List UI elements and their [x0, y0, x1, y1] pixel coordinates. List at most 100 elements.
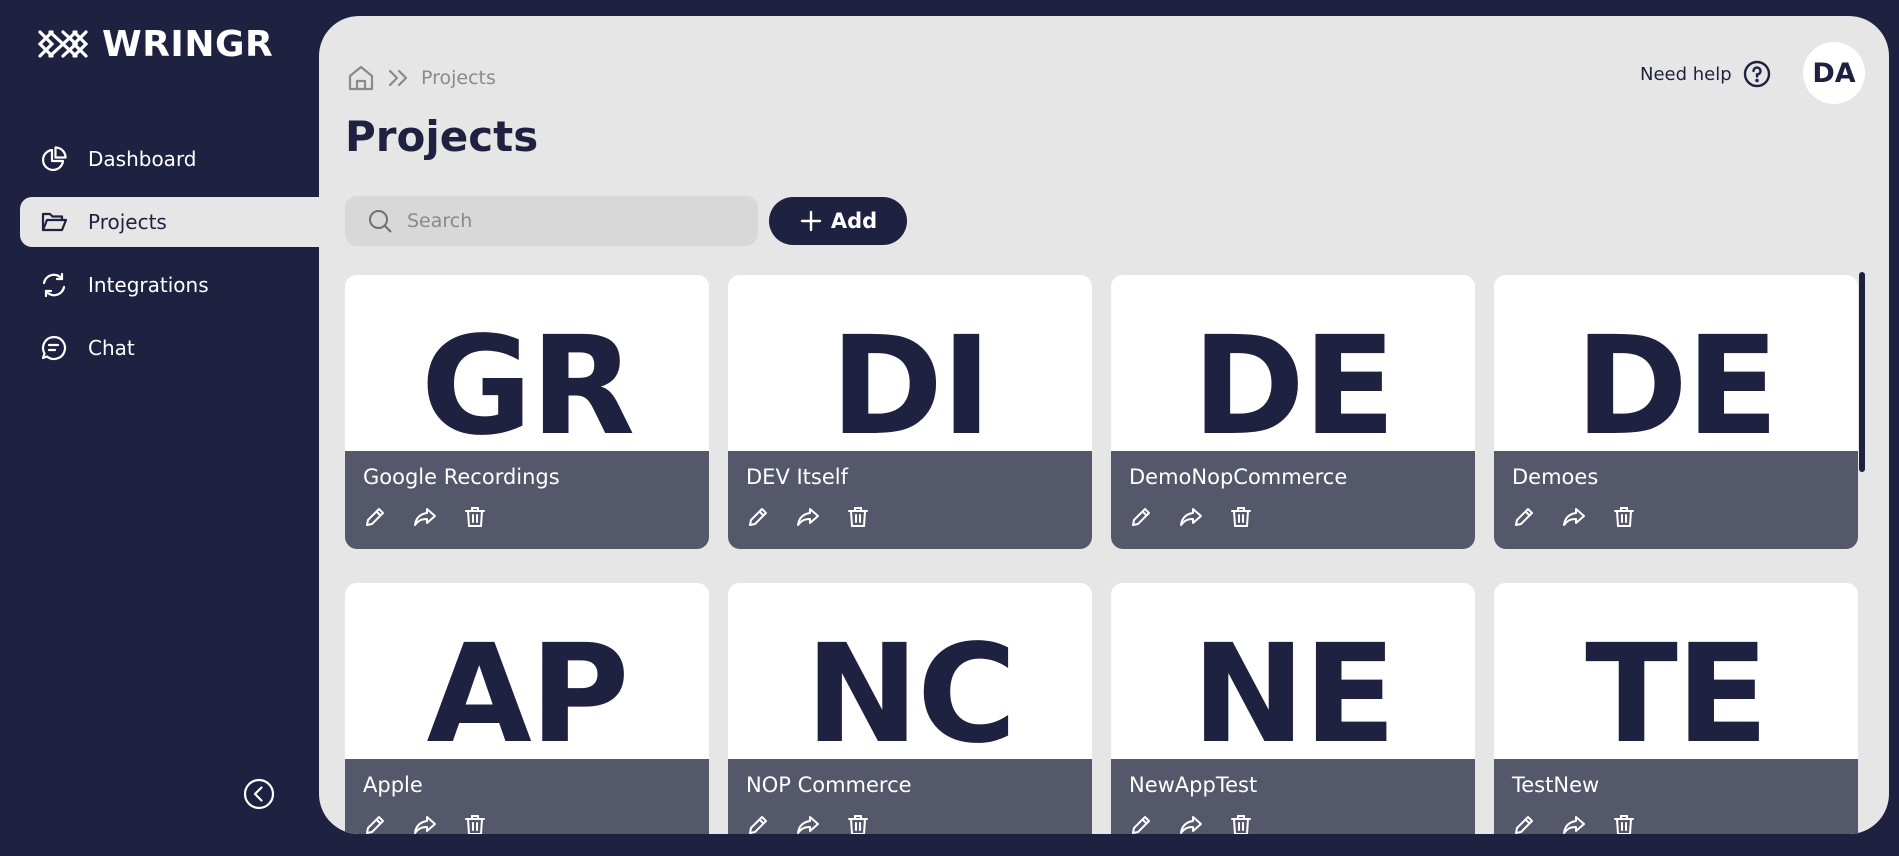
- breadcrumb-current: Projects: [421, 67, 496, 89]
- trash-icon: [465, 507, 485, 527]
- edit-project-button[interactable]: [746, 505, 770, 529]
- project-name: Demoes: [1512, 465, 1599, 489]
- share-project-button[interactable]: [1562, 505, 1586, 529]
- project-thumbnail: TE: [1494, 583, 1858, 759]
- project-card[interactable]: NC NOP Commerce: [728, 583, 1092, 834]
- project-card[interactable]: AP Apple: [345, 583, 709, 834]
- delete-project-button[interactable]: [1612, 813, 1636, 834]
- share-project-button[interactable]: [796, 505, 820, 529]
- add-project-button[interactable]: Add: [769, 197, 907, 245]
- project-name: NewAppTest: [1129, 773, 1258, 797]
- delete-project-button[interactable]: [1612, 505, 1636, 529]
- pencil-icon: [1515, 508, 1533, 526]
- plus-icon: [800, 210, 822, 232]
- folder-open-icon: [41, 212, 68, 232]
- project-card-footer: DemoNopCommerce: [1111, 451, 1475, 549]
- delete-project-button[interactable]: [846, 505, 870, 529]
- edit-project-button[interactable]: [1129, 813, 1153, 834]
- pencil-icon: [366, 816, 384, 834]
- search-input[interactable]: [407, 210, 727, 232]
- brand[interactable]: WRINGR: [36, 23, 274, 65]
- need-help-label: Need help: [1640, 63, 1732, 85]
- edit-project-button[interactable]: [1512, 505, 1536, 529]
- project-actions: [746, 505, 1074, 529]
- delete-project-button[interactable]: [463, 813, 487, 834]
- pencil-icon: [1132, 816, 1150, 834]
- project-card[interactable]: TE TestNew: [1494, 583, 1858, 834]
- delete-project-button[interactable]: [1229, 505, 1253, 529]
- project-name: Apple: [363, 773, 423, 797]
- need-help-link[interactable]: Need help: [1640, 58, 1772, 90]
- edit-project-button[interactable]: [1129, 505, 1153, 529]
- share-arrow-icon: [1180, 816, 1202, 834]
- pie-chart-icon: [41, 146, 67, 172]
- share-arrow-icon: [1180, 508, 1202, 526]
- project-initials: DE: [1192, 308, 1396, 451]
- share-arrow-icon: [797, 508, 819, 526]
- page-title: Projects: [345, 112, 539, 161]
- share-arrow-icon: [1563, 816, 1585, 834]
- share-project-button[interactable]: [1179, 505, 1203, 529]
- project-thumbnail: AP: [345, 583, 709, 759]
- project-card[interactable]: NE NewAppTest: [1111, 583, 1475, 834]
- pencil-icon: [1515, 816, 1533, 834]
- sidebar-item-chat[interactable]: Chat: [20, 323, 320, 373]
- project-name: TestNew: [1512, 773, 1600, 797]
- share-project-button[interactable]: [1179, 813, 1203, 834]
- question-circle-icon: [1743, 60, 1770, 88]
- scrollbar-thumb[interactable]: [1859, 272, 1865, 472]
- delete-project-button[interactable]: [463, 505, 487, 529]
- edit-project-button[interactable]: [746, 813, 770, 834]
- edit-project-button[interactable]: [1512, 813, 1536, 834]
- brand-name: WRINGR: [102, 23, 274, 65]
- sidebar-item-label: Dashboard: [88, 147, 197, 171]
- project-card-footer: NOP Commerce: [728, 759, 1092, 834]
- chat-bubble-icon: [41, 335, 67, 361]
- share-project-button[interactable]: [1562, 813, 1586, 834]
- collapse-sidebar-button[interactable]: [243, 778, 275, 810]
- project-thumbnail: GR: [345, 275, 709, 451]
- project-thumbnail: NC: [728, 583, 1092, 759]
- edit-project-button[interactable]: [363, 813, 387, 834]
- breadcrumb: Projects: [347, 62, 496, 94]
- project-initials: DI: [830, 308, 991, 451]
- share-project-button[interactable]: [413, 505, 437, 529]
- wringr-logo-icon: [37, 30, 89, 58]
- sidebar-item-integrations[interactable]: Integrations: [20, 260, 320, 310]
- share-project-button[interactable]: [796, 813, 820, 834]
- project-card-footer: TestNew: [1494, 759, 1858, 834]
- project-actions: [1129, 505, 1457, 529]
- project-actions: [363, 505, 691, 529]
- pencil-icon: [1132, 508, 1150, 526]
- pencil-icon: [749, 508, 767, 526]
- project-card[interactable]: DE Demoes: [1494, 275, 1858, 549]
- project-actions: [1512, 505, 1840, 529]
- project-thumbnail: DE: [1111, 275, 1475, 451]
- main-panel: Projects Projects Need help DA Add GR: [319, 16, 1889, 834]
- add-button-label: Add: [830, 209, 878, 233]
- search-box[interactable]: [345, 196, 758, 246]
- trash-icon: [465, 815, 485, 834]
- home-icon[interactable]: [347, 64, 375, 92]
- project-card[interactable]: GR Google Recordings: [345, 275, 709, 549]
- project-initials: DE: [1575, 308, 1779, 451]
- sidebar-item-projects[interactable]: Projects: [20, 197, 320, 247]
- project-thumbnail: DI: [728, 275, 1092, 451]
- project-card[interactable]: DI DEV Itself: [728, 275, 1092, 549]
- edit-project-button[interactable]: [363, 505, 387, 529]
- delete-project-button[interactable]: [1229, 813, 1253, 834]
- project-card-footer: NewAppTest: [1111, 759, 1475, 834]
- project-card-footer: Google Recordings: [345, 451, 709, 549]
- delete-project-button[interactable]: [846, 813, 870, 834]
- project-card[interactable]: DE DemoNopCommerce: [1111, 275, 1475, 549]
- share-arrow-icon: [414, 816, 436, 834]
- project-initials: AP: [426, 616, 630, 759]
- chevron-left-circle-icon: [243, 778, 275, 810]
- share-project-button[interactable]: [413, 813, 437, 834]
- project-actions: [1129, 813, 1457, 834]
- double-chevron-right-icon: [388, 69, 408, 87]
- trash-icon: [1231, 507, 1251, 527]
- trash-icon: [848, 507, 868, 527]
- sidebar-item-dashboard[interactable]: Dashboard: [20, 134, 320, 184]
- avatar[interactable]: DA: [1803, 42, 1865, 104]
